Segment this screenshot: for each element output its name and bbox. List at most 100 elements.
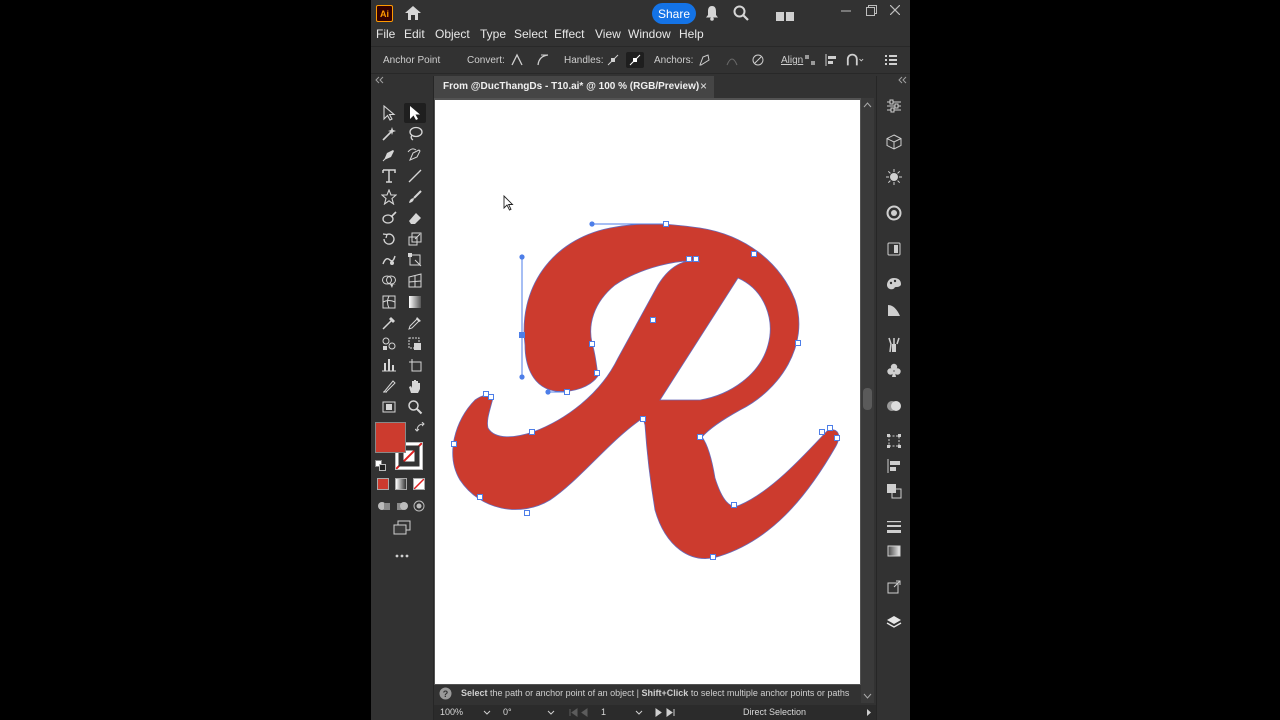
- layers-icon[interactable]: [885, 613, 903, 631]
- remove-anchor-icon[interactable]: [695, 52, 713, 68]
- notifications-bell-icon[interactable]: [705, 5, 719, 21]
- change-screen-mode-icon[interactable]: [391, 518, 413, 538]
- blend-tool-icon[interactable]: [378, 313, 400, 333]
- slice-tool-icon[interactable]: [378, 376, 400, 396]
- menu-file[interactable]: File: [376, 27, 395, 41]
- restore-button[interactable]: [861, 2, 881, 18]
- symbol-sprayer-tool-icon[interactable]: [378, 334, 400, 354]
- close-window-button[interactable]: [885, 2, 905, 18]
- menu-view[interactable]: View: [595, 27, 621, 41]
- artboard-number-field[interactable]: 1: [601, 707, 606, 719]
- first-prev-artboard-icon[interactable]: [569, 708, 595, 717]
- pathfinder-icon[interactable]: [885, 482, 903, 500]
- lasso-tool-icon[interactable]: [404, 124, 426, 144]
- pen-tool-icon[interactable]: [378, 145, 400, 165]
- gradient-swatch-icon[interactable]: [885, 542, 903, 560]
- menu-help[interactable]: Help: [679, 27, 704, 41]
- connect-anchors-icon[interactable]: [723, 52, 741, 68]
- appearance-sun-icon[interactable]: [885, 168, 903, 186]
- swap-fill-stroke-icon[interactable]: [415, 422, 427, 434]
- magnet-snap-icon[interactable]: [846, 52, 864, 68]
- help-icon[interactable]: ?: [439, 687, 452, 700]
- artboard-tool-icon[interactable]: [404, 355, 426, 375]
- artboard[interactable]: [435, 100, 860, 684]
- menu-select[interactable]: Select: [514, 27, 547, 41]
- edit-toolbar-more-icon[interactable]: [391, 546, 413, 566]
- menu-edit[interactable]: Edit: [404, 27, 425, 41]
- magic-wand-tool-icon[interactable]: [378, 124, 400, 144]
- fill-swatch[interactable]: [375, 422, 406, 453]
- document-tab[interactable]: From @DucThangDs - T10.ai* @ 100 % (RGB/…: [434, 76, 714, 98]
- libraries-icon[interactable]: [885, 240, 903, 258]
- transform-icon[interactable]: [885, 432, 903, 450]
- gradient-panel-icon[interactable]: [885, 301, 903, 319]
- gradient-mode-icon[interactable]: [395, 478, 407, 490]
- brushes-icon[interactable]: [885, 336, 903, 354]
- vertical-scrollbar[interactable]: [861, 98, 874, 703]
- zoom-dropdown-icon[interactable]: [483, 710, 491, 715]
- stroke-panel-icon[interactable]: [885, 517, 903, 535]
- free-transform-tool-icon[interactable]: [404, 250, 426, 270]
- default-fill-stroke-icon[interactable]: [375, 460, 386, 471]
- distribute-icon[interactable]: [822, 52, 840, 68]
- zoom-field[interactable]: 100%: [440, 707, 463, 719]
- collapse-toolbox-icon[interactable]: [374, 76, 384, 84]
- show-handles-icon[interactable]: [604, 52, 622, 68]
- live-paint-selection-icon[interactable]: [404, 334, 426, 354]
- column-graph-tool-icon[interactable]: [378, 355, 400, 375]
- hand-tool-icon[interactable]: [404, 376, 426, 396]
- cut-path-icon[interactable]: [749, 52, 767, 68]
- convert-to-corner-icon[interactable]: [508, 52, 526, 68]
- symbols-club-icon[interactable]: [885, 361, 903, 379]
- selection-tool-icon[interactable]: [378, 103, 400, 123]
- print-tiling-tool-icon[interactable]: [378, 397, 400, 417]
- star-tool-icon[interactable]: [378, 187, 400, 207]
- collapse-panels-icon[interactable]: [897, 76, 907, 84]
- warp-tool-icon[interactable]: [378, 250, 400, 270]
- perspective-grid-tool-icon[interactable]: [404, 271, 426, 291]
- close-document-icon[interactable]: ×: [700, 79, 707, 93]
- direct-selection-tool-icon[interactable]: [404, 103, 426, 123]
- convert-to-smooth-icon[interactable]: [534, 52, 552, 68]
- search-icon[interactable]: [733, 5, 749, 21]
- artboard-dropdown-icon[interactable]: [635, 710, 643, 715]
- zoom-tool-icon[interactable]: [404, 397, 426, 417]
- control-menu-icon[interactable]: [882, 52, 900, 68]
- 3d-materials-icon[interactable]: [885, 133, 903, 151]
- minimize-button[interactable]: [836, 2, 856, 18]
- shaper-tool-icon[interactable]: [378, 208, 400, 228]
- draw-inside-icon[interactable]: [408, 496, 430, 516]
- menu-type[interactable]: Type: [480, 27, 506, 41]
- arrange-documents-icon[interactable]: [776, 8, 794, 21]
- paintbrush-tool-icon[interactable]: [404, 187, 426, 207]
- asset-export-icon[interactable]: [885, 578, 903, 596]
- menu-object[interactable]: Object: [435, 27, 470, 41]
- scale-tool-icon[interactable]: [404, 229, 426, 249]
- curvature-tool-icon[interactable]: [404, 145, 426, 165]
- color-guide-icon[interactable]: [885, 204, 903, 222]
- color-palette-icon[interactable]: [885, 275, 903, 293]
- properties-panel-icon[interactable]: [885, 97, 903, 115]
- rotation-field[interactable]: 0°: [503, 707, 512, 719]
- gradient-tool-icon[interactable]: [404, 292, 426, 312]
- none-mode-icon[interactable]: [413, 478, 425, 490]
- align-label[interactable]: Align: [781, 55, 803, 66]
- scroll-thumb[interactable]: [863, 388, 872, 410]
- eraser-tool-icon[interactable]: [404, 208, 426, 228]
- status-menu-arrow-icon[interactable]: [866, 708, 872, 717]
- home-icon[interactable]: [404, 5, 422, 21]
- transparency-icon[interactable]: [885, 397, 903, 415]
- type-tool-icon[interactable]: [378, 166, 400, 186]
- align-panel-icon[interactable]: [885, 457, 903, 475]
- share-button[interactable]: Share: [652, 3, 696, 24]
- shape-builder-tool-icon[interactable]: [378, 271, 400, 291]
- mesh-tool-icon[interactable]: [378, 292, 400, 312]
- hide-handles-icon[interactable]: [626, 52, 644, 68]
- eyedropper-tool-icon[interactable]: [404, 313, 426, 333]
- line-segment-tool-icon[interactable]: [404, 166, 426, 186]
- menu-effect[interactable]: Effect: [554, 27, 584, 41]
- align-options-icon[interactable]: [801, 52, 819, 68]
- rotate-tool-icon[interactable]: [378, 229, 400, 249]
- color-mode-icon[interactable]: [377, 478, 389, 490]
- rotation-dropdown-icon[interactable]: [547, 710, 555, 715]
